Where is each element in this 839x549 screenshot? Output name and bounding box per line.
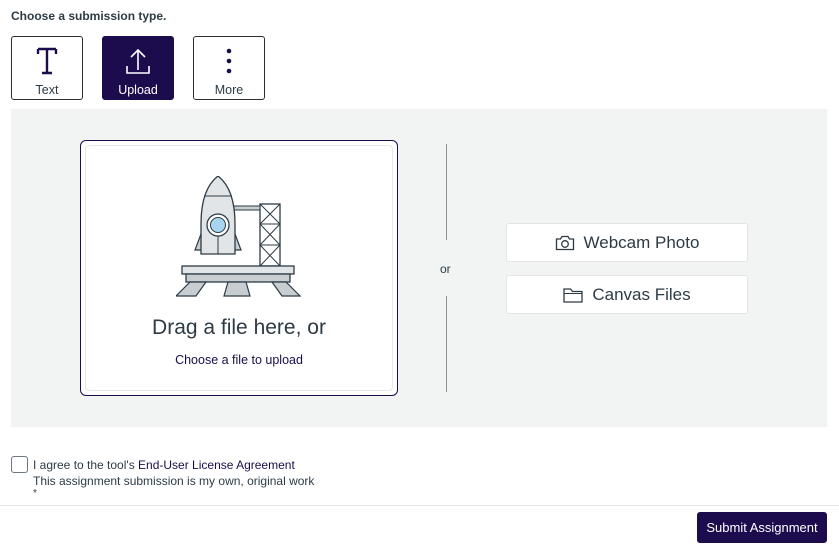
submit-assignment-button[interactable]: Submit Assignment <box>697 512 827 543</box>
separator-line-bottom <box>446 296 447 392</box>
canvas-files-button[interactable]: Canvas Files <box>506 275 748 314</box>
webcam-photo-button[interactable]: Webcam Photo <box>506 223 748 262</box>
upload-panel: Drag a file here, or Choose a file to up… <box>11 109 827 427</box>
text-type-label: Text <box>35 83 59 97</box>
required-marker: * <box>33 488 37 499</box>
more-type-label: More <box>214 83 244 97</box>
upload-type-label: Upload <box>118 83 158 97</box>
upload-icon <box>124 39 152 83</box>
drop-zone-inner: Drag a file here, or Choose a file to up… <box>85 145 393 391</box>
rocket-launch-illustration <box>176 176 302 297</box>
submission-type-text-button[interactable]: Text <box>11 36 83 100</box>
eula-text: I agree to the tool's End-User License A… <box>33 458 295 472</box>
folder-icon <box>563 287 584 303</box>
webcam-photo-label: Webcam Photo <box>583 232 700 252</box>
originality-statement: This assignment submission is my own, or… <box>33 474 315 488</box>
eula-link[interactable]: End-User License Agreement <box>138 458 295 472</box>
footer-divider <box>0 505 839 506</box>
camera-icon <box>555 235 574 250</box>
submission-type-heading: Choose a submission type. <box>11 9 167 23</box>
or-separator: or <box>440 262 451 276</box>
choose-file-link[interactable]: Choose a file to upload <box>86 353 392 367</box>
submission-type-more-button[interactable]: More <box>193 36 265 100</box>
eula-checkbox[interactable] <box>11 456 28 473</box>
canvas-files-label: Canvas Files <box>592 284 691 304</box>
drag-file-text: Drag a file here, or <box>152 316 326 339</box>
more-vertical-icon <box>225 39 233 83</box>
text-icon <box>35 39 59 83</box>
file-drop-zone[interactable]: Drag a file here, or Choose a file to up… <box>80 140 398 396</box>
separator-line-top <box>446 144 447 240</box>
eula-prefix: I agree to the tool's <box>33 458 139 472</box>
submission-type-upload-button[interactable]: Upload <box>102 36 174 100</box>
